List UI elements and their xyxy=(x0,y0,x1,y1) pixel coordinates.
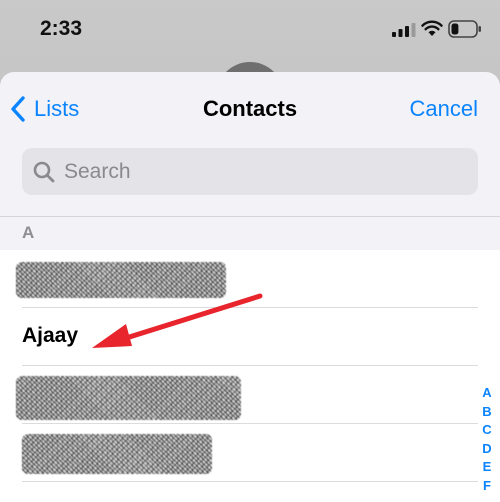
nav-bar: Lists Contacts Cancel xyxy=(0,72,500,146)
index-letter-c[interactable]: C xyxy=(478,421,496,440)
section-header: A xyxy=(0,216,500,250)
battery-icon xyxy=(448,20,481,38)
status-time: 2:33 xyxy=(40,17,83,40)
index-letter-f[interactable]: F xyxy=(478,477,496,496)
contact-name: Ajaay xyxy=(22,324,79,347)
section-header-label: A xyxy=(22,223,35,242)
search-icon xyxy=(33,161,55,182)
search-field[interactable] xyxy=(22,148,478,195)
index-letter-e[interactable]: E xyxy=(478,458,496,477)
contacts-list: Ajaay xyxy=(0,250,500,502)
redacted-contact-name xyxy=(16,376,241,420)
index-letter-a[interactable]: A xyxy=(478,384,496,403)
redacted-contact-name xyxy=(22,434,212,474)
index-letter-b[interactable]: B xyxy=(478,403,496,422)
wifi-icon xyxy=(421,20,443,36)
contact-row[interactable] xyxy=(0,366,500,424)
contact-row[interactable] xyxy=(0,424,500,482)
search-input[interactable] xyxy=(64,159,454,184)
contact-row[interactable]: Ajaay xyxy=(0,308,500,366)
contacts-sheet: Lists Contacts Cancel A Ajaay xyxy=(0,72,500,502)
contact-row[interactable] xyxy=(0,250,500,308)
cellular-signal-icon xyxy=(392,23,416,37)
cancel-button[interactable]: Cancel xyxy=(410,96,478,122)
status-bar: 2:33 xyxy=(0,0,500,62)
row-separator xyxy=(22,481,478,482)
index-letter-d[interactable]: D xyxy=(478,440,496,459)
redacted-contact-name xyxy=(16,262,226,298)
section-index-bar[interactable]: A B C D E F xyxy=(478,384,496,496)
